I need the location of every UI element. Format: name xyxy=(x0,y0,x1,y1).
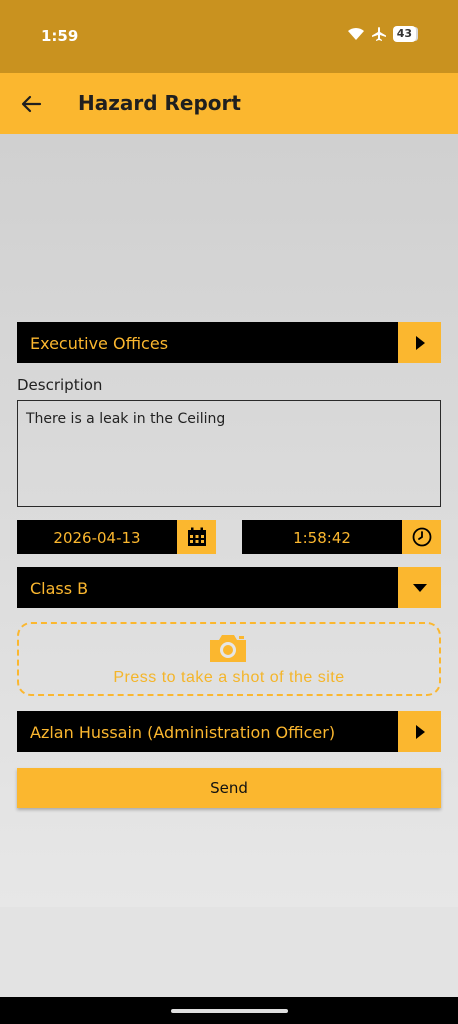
location-value: Executive Offices xyxy=(30,334,169,353)
play-arrow-icon xyxy=(415,335,425,350)
assignee-expand-button[interactable] xyxy=(398,711,441,752)
description-label: Description xyxy=(17,376,103,394)
hazard-class-value: Class B xyxy=(30,579,89,598)
clock-icon xyxy=(412,527,431,547)
time-picker-button[interactable] xyxy=(402,520,441,554)
location-expand-button[interactable] xyxy=(398,322,441,363)
photo-prompt: Press to take a shot of the site xyxy=(113,669,345,686)
location-selector[interactable]: Executive Offices xyxy=(17,322,441,363)
home-gesture-handle[interactable] xyxy=(171,1009,288,1013)
description-text: There is a leak in the Ceiling xyxy=(26,411,226,427)
dropdown-arrow-icon xyxy=(412,583,427,592)
time-value: 1:58:42 xyxy=(293,529,351,547)
page-title: Hazard Report xyxy=(78,91,241,115)
wifi-icon xyxy=(347,27,364,40)
date-picker-button[interactable] xyxy=(177,520,216,554)
play-arrow-icon xyxy=(415,724,425,739)
status-time: 1:59 xyxy=(41,27,79,45)
send-button[interactable]: Send xyxy=(17,768,441,808)
status-icons: 43 xyxy=(347,26,416,42)
description-field[interactable]: There is a leak in the Ceiling xyxy=(17,400,441,507)
hazard-class-dropdown-button[interactable] xyxy=(398,567,441,608)
assignee-selector[interactable]: Azlan Hussain (Administration Officer) xyxy=(17,711,441,752)
airplane-icon xyxy=(371,27,386,41)
time-picker[interactable]: 1:58:42 xyxy=(242,520,441,554)
calendar-icon xyxy=(187,527,206,546)
battery-indicator: 43 xyxy=(392,26,416,42)
assignee-value: Azlan Hussain (Administration Officer) xyxy=(30,723,336,742)
date-picker[interactable]: 2026-04-13 xyxy=(17,520,216,554)
status-bar: 1:59 43 xyxy=(0,0,458,73)
hazard-class-dropdown[interactable]: Class B xyxy=(17,567,441,608)
take-photo-button[interactable]: Press to take a shot of the site xyxy=(17,622,441,696)
navigation-bar xyxy=(0,997,458,1024)
date-value: 2026-04-13 xyxy=(53,529,141,547)
back-arrow-icon[interactable] xyxy=(20,93,42,115)
bottom-area xyxy=(0,907,458,997)
app-bar: Hazard Report xyxy=(0,73,458,134)
camera-icon xyxy=(210,635,246,662)
